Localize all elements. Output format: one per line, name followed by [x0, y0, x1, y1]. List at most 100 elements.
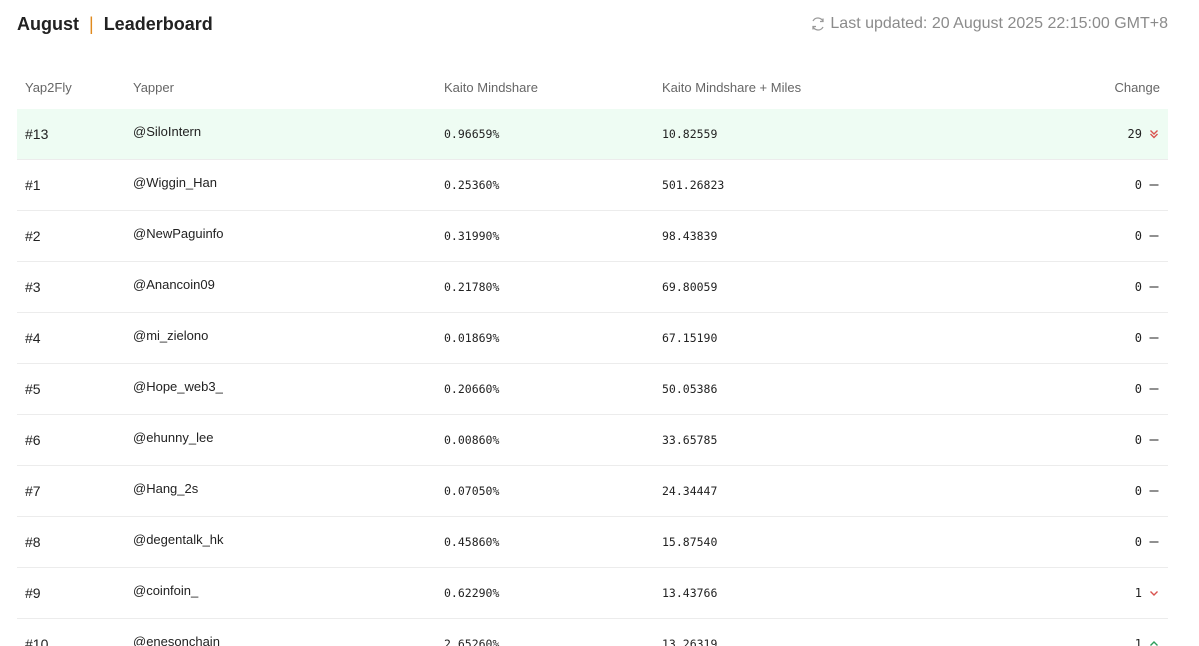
- kaito-miles-cell: 501.26823: [662, 178, 725, 192]
- yapper-handle[interactable]: @coinfoin_: [133, 583, 198, 598]
- yapper-cell: @coinfoin_: [133, 583, 444, 601]
- table-row[interactable]: #5 @Hope_web3_ 0.20660% 50.05386 0: [17, 364, 1168, 415]
- month-label[interactable]: August: [17, 14, 79, 35]
- table-row[interactable]: #10 @enesonchain 2.65260% 13.26319 1: [17, 619, 1168, 646]
- dash-icon: [1148, 281, 1160, 293]
- kaito-mindshare-cell: 0.45860%: [444, 535, 500, 549]
- change-cell: 0: [1022, 178, 1168, 192]
- table-row[interactable]: #7 @Hang_2s 0.07050% 24.34447 0: [17, 466, 1168, 517]
- change-cell: 0: [1022, 382, 1168, 396]
- kaito-miles-cell: 33.65785: [662, 433, 718, 447]
- change-value: 0: [1134, 382, 1142, 396]
- change-value: 0: [1134, 178, 1142, 192]
- column-header-rank[interactable]: Yap2Fly: [17, 80, 133, 95]
- yapper-handle[interactable]: @NewPaguinfo: [133, 226, 224, 241]
- yapper-cell: @ehunny_lee: [133, 430, 444, 448]
- change-cell: 0: [1022, 331, 1168, 345]
- kaito-mindshare-cell: 0.07050%: [444, 484, 500, 498]
- dash-icon: [1148, 230, 1160, 242]
- yapper-handle[interactable]: @ehunny_lee: [133, 430, 213, 445]
- table-row[interactable]: #8 @degentalk_hk 0.45860% 15.87540 0: [17, 517, 1168, 568]
- kaito-miles-cell: 50.05386: [662, 382, 718, 396]
- yapper-cell: @SiloIntern: [133, 124, 444, 142]
- change-cell: 1: [1022, 586, 1168, 600]
- change-cell: 0: [1022, 535, 1168, 549]
- change-value: 29: [1127, 127, 1142, 141]
- column-header-kaito[interactable]: Kaito Mindshare: [444, 80, 662, 95]
- yapper-cell: @Anancoin09: [133, 277, 444, 295]
- yapper-handle[interactable]: @Wiggin_Han: [133, 175, 217, 190]
- change-value: 0: [1134, 331, 1142, 345]
- double-chevron-down-icon: [1148, 128, 1160, 140]
- kaito-mindshare-cell: 0.21780%: [444, 280, 500, 294]
- dash-icon: [1148, 434, 1160, 446]
- table-row[interactable]: #6 @ehunny_lee 0.00860% 33.65785 0: [17, 415, 1168, 466]
- table-row[interactable]: #2 @NewPaguinfo 0.31990% 98.43839 0: [17, 211, 1168, 262]
- table-body: #13 @SiloIntern 0.96659% 10.82559 29 #1 @Wiggi…: [17, 109, 1168, 646]
- yapper-handle[interactable]: @mi_zielono: [133, 328, 208, 343]
- yapper-handle[interactable]: @SiloIntern: [133, 124, 201, 139]
- rank-cell: #10: [25, 636, 49, 646]
- kaito-miles-cell: 24.34447: [662, 484, 718, 498]
- rank-cell: #8: [25, 534, 41, 550]
- change-cell: 29: [1022, 127, 1168, 141]
- rank-cell: #5: [25, 381, 41, 397]
- table-row[interactable]: #13 @SiloIntern 0.96659% 10.82559 29: [17, 109, 1168, 160]
- rank-cell: #2: [25, 228, 41, 244]
- table-header: Yap2Fly Yapper Kaito Mindshare Kaito Min…: [17, 66, 1168, 109]
- column-header-yapper[interactable]: Yapper: [133, 80, 444, 95]
- kaito-miles-cell: 98.43839: [662, 229, 718, 243]
- kaito-miles-cell: 15.87540: [662, 535, 718, 549]
- yapper-handle[interactable]: @degentalk_hk: [133, 532, 224, 547]
- yapper-handle[interactable]: @enesonchain: [133, 634, 220, 646]
- change-cell: 0: [1022, 484, 1168, 498]
- kaito-mindshare-cell: 0.01869%: [444, 331, 500, 345]
- change-cell: 1: [1022, 637, 1168, 646]
- rank-cell: #3: [25, 279, 41, 295]
- rank-cell: #9: [25, 585, 41, 601]
- table-row[interactable]: #9 @coinfoin_ 0.62290% 13.43766 1: [17, 568, 1168, 619]
- last-updated: Last updated: 20 August 2025 22:15:00 GM…: [810, 15, 1168, 33]
- yapper-handle[interactable]: @Hope_web3_: [133, 379, 223, 394]
- yapper-cell: @mi_zielono: [133, 328, 444, 346]
- kaito-mindshare-cell: 2.65260%: [444, 637, 500, 646]
- dash-icon: [1148, 485, 1160, 497]
- kaito-miles-cell: 10.82559: [662, 127, 718, 141]
- kaito-miles-cell: 13.43766: [662, 586, 718, 600]
- kaito-mindshare-cell: 0.20660%: [444, 382, 500, 396]
- chevron-down-icon: [1148, 587, 1160, 599]
- rank-cell: #7: [25, 483, 41, 499]
- dash-icon: [1148, 179, 1160, 191]
- yapper-cell: @degentalk_hk: [133, 532, 444, 550]
- change-value: 0: [1134, 433, 1142, 447]
- kaito-mindshare-cell: 0.62290%: [444, 586, 500, 600]
- kaito-miles-cell: 67.15190: [662, 331, 718, 345]
- rank-cell: #6: [25, 432, 41, 448]
- chevron-up-icon: [1148, 638, 1160, 646]
- kaito-mindshare-cell: 0.25360%: [444, 178, 500, 192]
- yapper-handle[interactable]: @Hang_2s: [133, 481, 198, 496]
- page-title: August | Leaderboard: [17, 14, 213, 35]
- rank-cell: #13: [25, 126, 49, 142]
- last-updated-text: Last updated: 20 August 2025 22:15:00 GM…: [830, 15, 1168, 32]
- change-value: 1: [1134, 637, 1142, 646]
- table-row[interactable]: #3 @Anancoin09 0.21780% 69.80059 0: [17, 262, 1168, 313]
- dash-icon: [1148, 383, 1160, 395]
- change-value: 1: [1134, 586, 1142, 600]
- kaito-mindshare-cell: 0.00860%: [444, 433, 500, 447]
- yapper-handle[interactable]: @Anancoin09: [133, 277, 215, 292]
- change-value: 0: [1134, 229, 1142, 243]
- refresh-icon[interactable]: [810, 16, 826, 32]
- kaito-miles-cell: 13.26319: [662, 637, 718, 646]
- leaderboard-title: Leaderboard: [103, 13, 213, 34]
- column-header-change[interactable]: Change: [1022, 80, 1168, 95]
- kaito-miles-cell: 69.80059: [662, 280, 718, 294]
- yapper-cell: @Hang_2s: [133, 481, 444, 499]
- column-header-miles[interactable]: Kaito Mindshare + Miles: [662, 80, 1022, 95]
- change-cell: 0: [1022, 433, 1168, 447]
- table-row[interactable]: #4 @mi_zielono 0.01869% 67.15190 0: [17, 313, 1168, 364]
- leaderboard-page: August | Leaderboard Last updated: 20 Au…: [0, 0, 1199, 646]
- table-row[interactable]: #1 @Wiggin_Han 0.25360% 501.26823 0: [17, 160, 1168, 211]
- change-value: 0: [1134, 535, 1142, 549]
- rank-cell: #4: [25, 330, 41, 346]
